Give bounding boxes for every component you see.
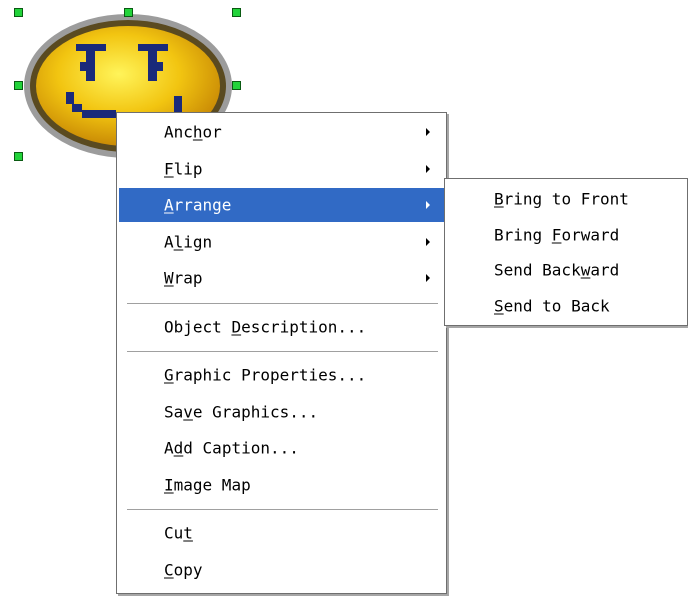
access-key: C bbox=[164, 560, 174, 579]
selection-handle-middle-left[interactable] bbox=[14, 81, 23, 90]
menu-item-object-description[interactable]: Object Description... bbox=[119, 310, 444, 344]
menu-item-send-to-back[interactable]: Send to Back bbox=[447, 289, 685, 323]
menu-item-copy[interactable]: Copy bbox=[119, 553, 444, 587]
menu-separator bbox=[127, 351, 438, 353]
label-text: Send Back bbox=[494, 260, 581, 280]
label-text: Anc bbox=[164, 122, 193, 142]
label-text: or bbox=[202, 122, 222, 142]
menu-item-label: Save Graphics... bbox=[164, 402, 318, 421]
selection-handle-bottom-left[interactable] bbox=[14, 152, 23, 161]
menu-item-label: Send to Back bbox=[494, 296, 610, 315]
menu-item-label: Add Caption... bbox=[164, 439, 299, 458]
menu-item-graphic-properties[interactable]: Graphic Properties... bbox=[119, 358, 444, 392]
access-key: B bbox=[494, 189, 504, 209]
access-key: W bbox=[164, 268, 174, 288]
label-text: d Caption... bbox=[183, 438, 299, 458]
selection-handle-top-right[interactable] bbox=[232, 8, 241, 17]
label-text: mage Map bbox=[173, 475, 251, 494]
access-key: I bbox=[164, 475, 174, 494]
menu-item-label: Graphic Properties... bbox=[164, 366, 366, 385]
label-text: Cu bbox=[164, 523, 184, 543]
access-key: D bbox=[231, 317, 242, 336]
access-key: d bbox=[173, 438, 184, 458]
submenu-arrow-icon bbox=[426, 164, 430, 173]
arrange-submenu: Bring to Front Bring Forward Send Backward… bbox=[444, 178, 688, 326]
menu-item-label: Arrange bbox=[164, 196, 231, 215]
label-text: ign bbox=[183, 232, 213, 251]
selection-handle-top-center[interactable] bbox=[124, 8, 133, 17]
access-key: w bbox=[580, 260, 591, 280]
menu-item-label: Object Description... bbox=[164, 317, 366, 336]
menu-item-save-graphics[interactable]: Save Graphics... bbox=[119, 395, 444, 429]
menu-item-label: Cut bbox=[164, 524, 193, 543]
menu-separator bbox=[127, 302, 438, 305]
menu-separator bbox=[127, 509, 438, 511]
menu-item-image-map[interactable]: Image Map bbox=[119, 468, 444, 502]
access-key: F bbox=[164, 159, 174, 178]
menu-item-cut[interactable]: Cut bbox=[119, 516, 444, 550]
label-text: Object bbox=[164, 317, 232, 336]
label-text: opy bbox=[173, 560, 203, 579]
menu-item-wrap[interactable]: Wrap bbox=[119, 261, 444, 295]
access-key: G bbox=[164, 365, 174, 385]
access-key: F bbox=[551, 225, 562, 244]
label-text: raphic Properties... bbox=[173, 365, 367, 385]
label-text: A bbox=[164, 438, 174, 458]
label-text: rrange bbox=[173, 195, 232, 215]
access-key: l bbox=[173, 232, 184, 251]
label-text: lip bbox=[173, 159, 203, 178]
access-key: v bbox=[183, 402, 193, 421]
context-menu: Anchor Flip Arrange Align Wrap Object Descrip… bbox=[116, 112, 447, 594]
menu-item-flip[interactable]: Flip bbox=[119, 152, 444, 186]
label-text: Bring bbox=[494, 225, 552, 244]
label-text: rap bbox=[173, 268, 203, 288]
menu-item-label: Bring Forward bbox=[494, 225, 619, 244]
menu-item-label: Flip bbox=[164, 159, 203, 178]
submenu-arrow-icon bbox=[426, 128, 430, 136]
label-text: A bbox=[164, 232, 174, 251]
menu-item-bring-to-front[interactable]: Bring to Front bbox=[447, 182, 685, 216]
submenu-arrow-icon bbox=[426, 274, 430, 282]
access-key: S bbox=[494, 296, 504, 315]
menu-item-label: Anchor bbox=[164, 123, 222, 142]
label-text: ring to Front bbox=[503, 189, 629, 209]
submenu-arrow-icon bbox=[426, 237, 430, 246]
access-key: A bbox=[164, 195, 174, 215]
menu-item-label: Bring to Front bbox=[494, 190, 629, 209]
menu-item-bring-forward[interactable]: Bring Forward bbox=[447, 218, 685, 252]
label-text: orward bbox=[561, 225, 620, 244]
label-text: escription... bbox=[241, 317, 367, 336]
menu-item-label: Copy bbox=[164, 560, 203, 579]
selection-handle-middle-right[interactable] bbox=[232, 81, 241, 90]
access-key: h bbox=[192, 122, 203, 142]
submenu-arrow-icon bbox=[426, 201, 430, 209]
access-key: t bbox=[183, 523, 193, 543]
menu-item-send-backward[interactable]: Send Backward bbox=[447, 253, 685, 287]
menu-item-label: Image Map bbox=[164, 475, 251, 494]
label-text: ard bbox=[590, 260, 620, 280]
menu-item-label: Align bbox=[164, 232, 212, 251]
label-text: end to Back bbox=[503, 296, 610, 315]
menu-item-add-caption[interactable]: Add Caption... bbox=[119, 431, 444, 465]
selection-handle-top-left[interactable] bbox=[14, 8, 23, 17]
menu-item-label: Wrap bbox=[164, 269, 203, 288]
menu-item-anchor[interactable]: Anchor bbox=[119, 115, 444, 149]
menu-item-align[interactable]: Align bbox=[119, 225, 444, 259]
menu-item-arrange[interactable]: Arrange bbox=[119, 188, 444, 222]
label-text: Sa bbox=[164, 402, 184, 421]
menu-item-label: Send Backward bbox=[494, 261, 619, 280]
label-text: e Graphics... bbox=[192, 402, 319, 421]
